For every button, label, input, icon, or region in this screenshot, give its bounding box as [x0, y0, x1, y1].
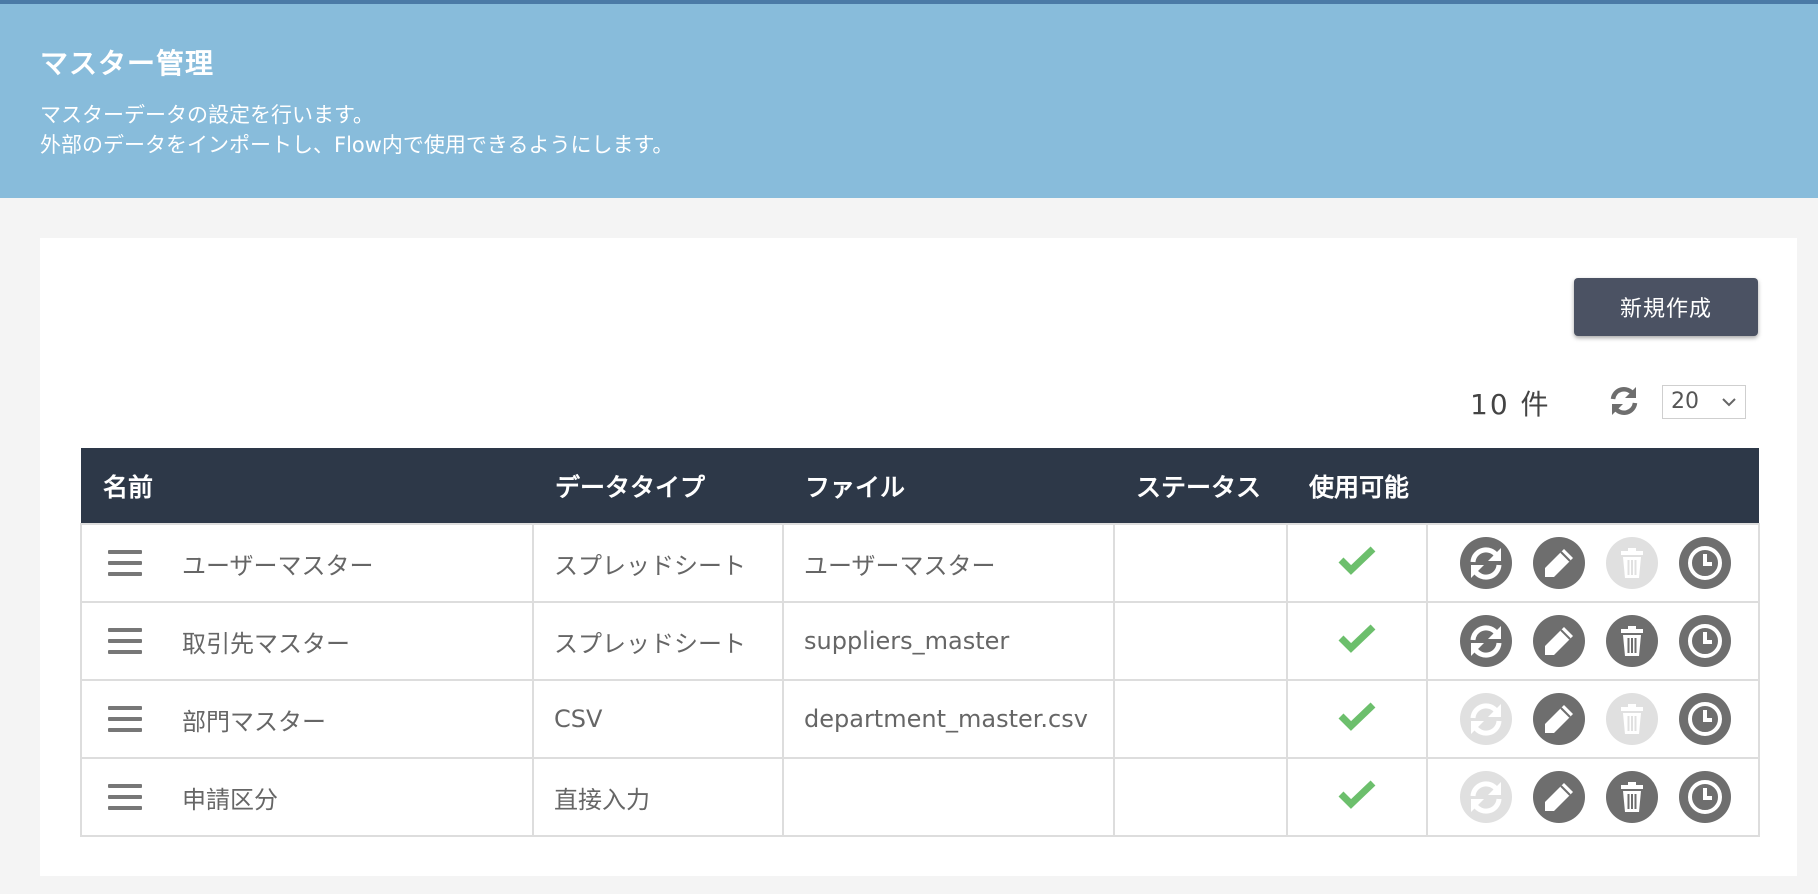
drag-handle-icon[interactable]: [106, 548, 144, 578]
row-name[interactable]: 取引先マスター: [182, 624, 350, 659]
cell-actions: [1426, 679, 1760, 759]
cell-file: ユーザーマスター: [782, 523, 1115, 603]
cell-status: [1113, 679, 1288, 759]
trash-icon[interactable]: [1606, 693, 1658, 745]
cell-status: [1113, 523, 1288, 603]
check-icon: [1338, 780, 1376, 815]
chevron-down-icon: [1722, 398, 1736, 407]
cell-name: 申請区分: [80, 757, 534, 837]
cell-file: suppliers_master: [782, 601, 1115, 681]
cell-name: 部門マスター: [80, 679, 534, 759]
edit-pencil-icon[interactable]: [1533, 615, 1585, 667]
page-size-value: 20: [1671, 389, 1699, 414]
check-icon: [1338, 624, 1376, 659]
page-title: マスター管理: [40, 47, 215, 80]
cell-data-type: スプレッドシート: [532, 523, 784, 603]
history-clock-icon[interactable]: [1679, 693, 1731, 745]
table-header-row: 名前 データタイプ ファイル ステータス 使用可能: [81, 448, 1759, 524]
sync-icon[interactable]: [1460, 771, 1512, 823]
sync-icon[interactable]: [1460, 615, 1512, 667]
description-line-1: マスターデータの設定を行います。: [40, 103, 374, 127]
table-row[interactable]: 申請区分 直接入力: [80, 757, 1760, 837]
cell-status: [1113, 757, 1288, 837]
table-row[interactable]: ユーザーマスター スプレッドシート ユーザーマスター: [80, 523, 1760, 603]
master-table: 名前 データタイプ ファイル ステータス 使用可能 ユーザーマスター スプレッドシ…: [80, 448, 1760, 837]
cell-usable: [1286, 679, 1428, 759]
cell-usable: [1286, 601, 1428, 681]
column-header-actions: [1427, 448, 1759, 524]
row-name[interactable]: 申請区分: [182, 780, 278, 815]
column-header-name[interactable]: 名前: [81, 448, 533, 524]
cell-status: [1113, 601, 1288, 681]
cell-name: 取引先マスター: [80, 601, 534, 681]
create-new-button[interactable]: 新規作成: [1574, 278, 1758, 336]
drag-handle-icon[interactable]: [106, 704, 144, 734]
page-description: マスターデータの設定を行います。 外部のデータをインポートし、Flow内で使用で…: [40, 100, 673, 160]
history-clock-icon[interactable]: [1679, 537, 1731, 589]
page-size-select[interactable]: 20: [1662, 385, 1746, 419]
cell-actions: [1426, 757, 1760, 837]
cell-file: department_master.csv: [782, 679, 1115, 759]
cell-data-type: CSV: [532, 679, 784, 759]
trash-icon[interactable]: [1606, 537, 1658, 589]
sync-icon[interactable]: [1460, 693, 1512, 745]
name-cell-inner: ユーザーマスター: [102, 546, 531, 581]
edit-pencil-icon[interactable]: [1533, 771, 1585, 823]
column-header-status[interactable]: ステータス: [1114, 448, 1287, 524]
cell-usable: [1286, 757, 1428, 837]
page-header: マスター管理 マスターデータの設定を行います。 外部のデータをインポートし、Fl…: [0, 4, 1818, 198]
cell-usable: [1286, 523, 1428, 603]
cell-file: [782, 757, 1115, 837]
row-name[interactable]: ユーザーマスター: [182, 546, 374, 581]
sync-icon[interactable]: [1460, 537, 1512, 589]
history-clock-icon[interactable]: [1679, 771, 1731, 823]
check-icon: [1338, 546, 1376, 581]
column-header-file[interactable]: ファイル: [783, 448, 1114, 524]
record-count: 10 件: [1470, 388, 1551, 421]
name-cell-inner: 取引先マスター: [102, 624, 531, 659]
history-clock-icon[interactable]: [1679, 615, 1731, 667]
row-name[interactable]: 部門マスター: [182, 702, 326, 737]
cell-data-type: 直接入力: [532, 757, 784, 837]
trash-icon[interactable]: [1606, 771, 1658, 823]
edit-pencil-icon[interactable]: [1533, 693, 1585, 745]
cell-actions: [1426, 523, 1760, 603]
column-header-type[interactable]: データタイプ: [533, 448, 783, 524]
refresh-icon[interactable]: [1606, 383, 1642, 419]
cell-actions: [1426, 601, 1760, 681]
drag-handle-icon[interactable]: [106, 626, 144, 656]
table-row[interactable]: 取引先マスター スプレッドシート suppliers_master: [80, 601, 1760, 681]
drag-handle-icon[interactable]: [106, 782, 144, 812]
cell-data-type: スプレッドシート: [532, 601, 784, 681]
description-line-2: 外部のデータをインポートし、Flow内で使用できるようにします。: [40, 133, 674, 157]
name-cell-inner: 申請区分: [102, 780, 531, 815]
name-cell-inner: 部門マスター: [102, 702, 531, 737]
trash-icon[interactable]: [1606, 615, 1658, 667]
table-row[interactable]: 部門マスター CSV department_master.csv: [80, 679, 1760, 759]
cell-name: ユーザーマスター: [80, 523, 534, 603]
column-header-usable[interactable]: 使用可能: [1287, 448, 1427, 524]
edit-pencil-icon[interactable]: [1533, 537, 1585, 589]
check-icon: [1338, 702, 1376, 737]
